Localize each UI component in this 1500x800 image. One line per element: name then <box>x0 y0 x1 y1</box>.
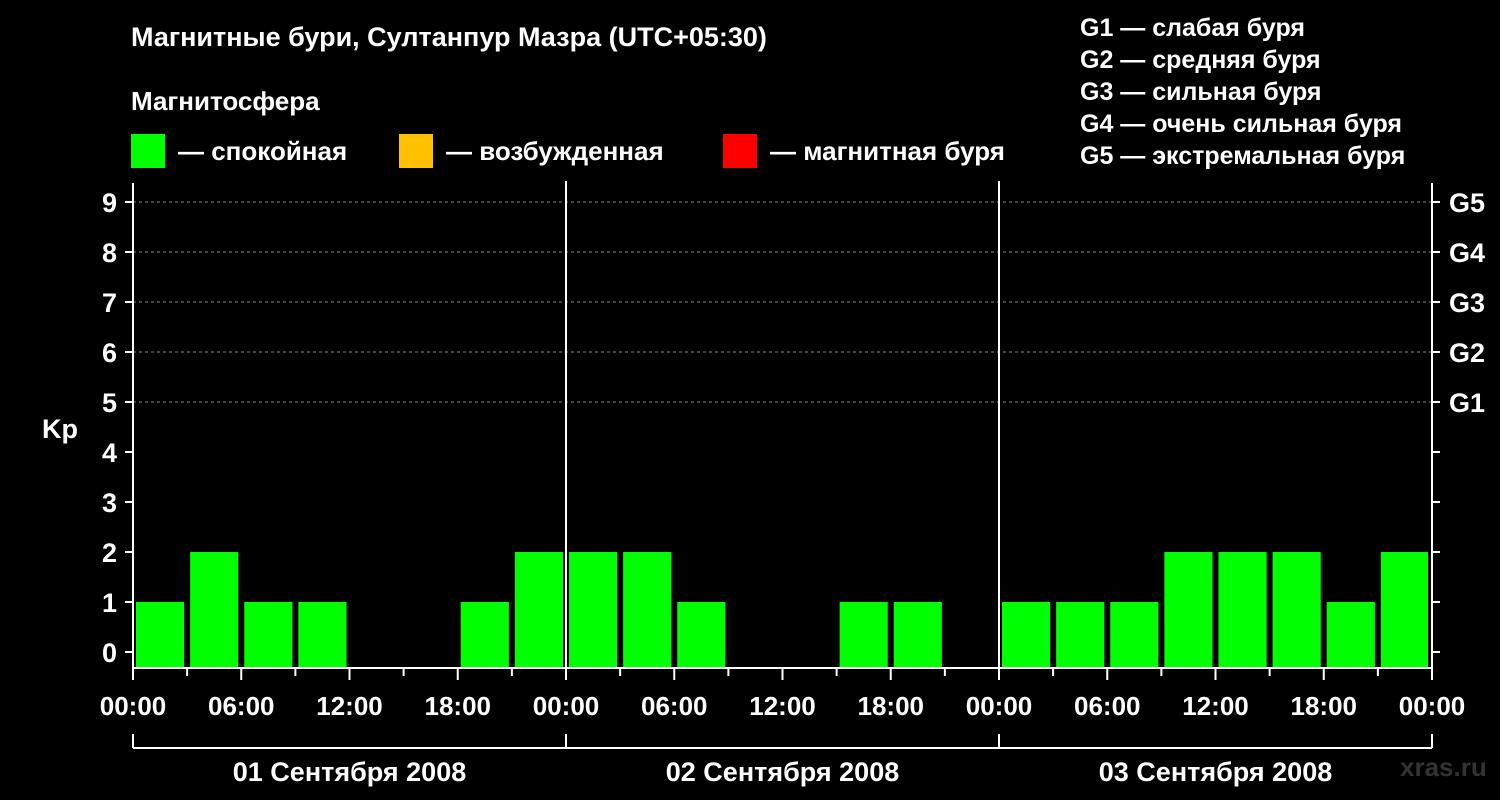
g-level-legend: G1 — слабая буря G2 — средняя буря G3 — … <box>1080 12 1405 172</box>
kp-bar <box>1002 602 1051 668</box>
y-axis-label: Kp <box>42 414 78 444</box>
g-level-item: G2 — средняя буря <box>1080 46 1321 74</box>
kp-bar <box>1380 552 1428 668</box>
watermark: xras.ru <box>1400 752 1487 782</box>
kp-bar <box>244 602 293 668</box>
x-tick-label: 12:00 <box>1182 691 1249 721</box>
legend-swatch-quiet <box>131 134 165 168</box>
legend-heading: Магнитосфера <box>131 86 320 116</box>
g-level-item: G3 — сильная буря <box>1080 78 1322 106</box>
x-tick-label: 12:00 <box>749 691 816 721</box>
chart-title: Магнитные бури, Султанпур Мазра (UTC+05:… <box>131 22 767 52</box>
x-tick-label: 00:00 <box>533 691 600 721</box>
kp-bar <box>1272 552 1321 668</box>
x-tick-label: 00:00 <box>100 691 167 721</box>
x-tick-label: 12:00 <box>316 691 383 721</box>
x-tick-label: 06:00 <box>208 691 275 721</box>
kp-bar <box>298 602 347 668</box>
kp-bar <box>677 602 726 668</box>
y-tick-label: 8 <box>102 238 117 268</box>
g-tick-label: G4 <box>1449 238 1485 268</box>
day-label: 01 Сентября 2008 <box>233 757 466 787</box>
legend-label-quiet: — спокойная <box>178 135 348 166</box>
y-tick-label: 5 <box>102 388 117 418</box>
kp-bar <box>514 552 563 668</box>
y-tick-label: 6 <box>102 338 117 368</box>
x-tick-label: 06:00 <box>641 691 708 721</box>
x-tick-label: 18:00 <box>425 691 492 721</box>
g-tick-label: G5 <box>1449 188 1485 218</box>
legend-swatch-storm <box>723 134 757 168</box>
legend-item-storm: — магнитная буря <box>723 134 1005 168</box>
y-tick-label: 9 <box>102 188 117 218</box>
x-tick-label: 00:00 <box>1399 691 1466 721</box>
x-tick-label: 18:00 <box>858 691 925 721</box>
kp-bar <box>893 602 942 668</box>
legend-swatch-excited <box>399 134 433 168</box>
legend-item-quiet: — спокойная <box>131 134 347 168</box>
kp-bar <box>136 602 185 668</box>
g-tick-label: G1 <box>1449 388 1485 418</box>
kp-bar <box>1326 602 1375 668</box>
kp-bar <box>569 552 618 668</box>
g-level-item: G5 — экстремальная буря <box>1080 142 1406 170</box>
kp-bar <box>839 602 888 668</box>
g-level-item: G4 — очень сильная буря <box>1080 110 1402 138</box>
y-tick-label: 4 <box>102 438 117 468</box>
kp-bar <box>1218 552 1267 668</box>
day-label: 02 Сентября 2008 <box>666 757 899 787</box>
legend-label-excited: — возбужденная <box>446 135 664 166</box>
x-tick-label: 06:00 <box>1074 691 1141 721</box>
y-tick-label: 0 <box>102 638 117 668</box>
g-level-item: G1 — слабая буря <box>1080 14 1306 42</box>
x-tick-label: 00:00 <box>966 691 1033 721</box>
kp-bar <box>190 552 239 668</box>
y-tick-label: 2 <box>102 538 117 568</box>
y-tick-label: 7 <box>102 288 117 318</box>
legend-label-storm: — магнитная буря <box>770 135 1005 166</box>
kp-bar <box>1164 552 1213 668</box>
y-tick-label: 3 <box>102 488 117 518</box>
day-label: 03 Сентября 2008 <box>1099 757 1332 787</box>
g-tick-label: G2 <box>1449 338 1485 368</box>
kp-bar <box>623 552 672 668</box>
x-tick-label: 18:00 <box>1291 691 1358 721</box>
legend-item-excited: — возбужденная <box>399 134 664 168</box>
g-tick-label: G3 <box>1449 288 1485 318</box>
kp-bar <box>460 602 509 668</box>
y-tick-label: 1 <box>102 588 117 618</box>
kp-bar <box>1110 602 1159 668</box>
kp-bar <box>1056 602 1105 668</box>
